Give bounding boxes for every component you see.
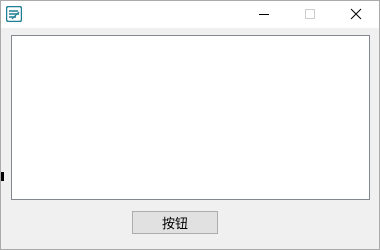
maximize-button[interactable]	[287, 1, 333, 28]
close-button[interactable]	[333, 1, 379, 28]
client-area: 按钮	[1, 28, 379, 249]
title-bar[interactable]	[1, 1, 379, 28]
close-icon	[350, 5, 362, 24]
text-area[interactable]	[11, 35, 370, 200]
maximize-icon	[304, 5, 316, 24]
minimize-button[interactable]	[241, 1, 287, 28]
edge-artifact	[1, 172, 4, 181]
app-window: 按钮	[0, 0, 380, 250]
app-icon	[5, 5, 23, 23]
main-button-label: 按钮	[161, 217, 188, 232]
minimize-icon	[258, 5, 270, 24]
main-button[interactable]: 按钮	[132, 211, 218, 234]
